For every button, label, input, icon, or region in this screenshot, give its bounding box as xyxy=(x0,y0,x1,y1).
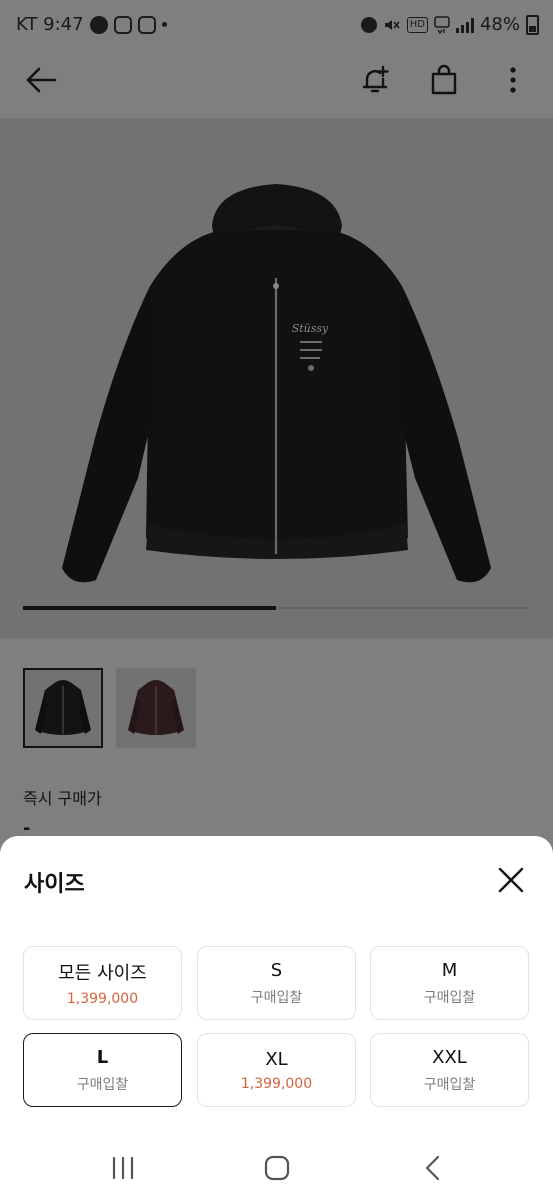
more-button[interactable] xyxy=(488,52,538,108)
back-arrow-icon xyxy=(26,67,57,93)
product-image: Stüssy xyxy=(62,184,491,583)
size-bottom-sheet: 사이즈 모든 사이즈 1,399,000 S 구매입찰 M 구매입찰 L 구매입… xyxy=(0,836,553,1136)
thumbnail-black-image xyxy=(35,680,91,735)
nav-back-button[interactable] xyxy=(403,1150,463,1186)
cart-button[interactable] xyxy=(419,52,469,108)
carousel-progress-fill xyxy=(23,606,276,610)
size-option-xxl[interactable]: XXL 구매입찰 xyxy=(370,1033,529,1107)
size-option-sub: 구매입찰 xyxy=(250,989,303,1006)
close-icon xyxy=(498,867,524,893)
app-header xyxy=(0,52,553,118)
talk-icon xyxy=(89,15,108,34)
product-image-area[interactable]: Stüssy xyxy=(0,118,553,638)
size-option-label: L xyxy=(96,1046,109,1068)
size-option-xl[interactable]: XL 1,399,000 xyxy=(197,1033,356,1107)
recent-apps-icon xyxy=(112,1156,134,1180)
more-vertical-icon xyxy=(510,67,516,93)
home-button[interactable] xyxy=(247,1150,307,1186)
size-option-l[interactable]: L 구매입찰 xyxy=(23,1033,182,1107)
instant-buy-label: 즉시 구매가 xyxy=(23,789,102,808)
size-option-sub: 구매입찰 xyxy=(76,1076,129,1093)
size-option-all[interactable]: 모든 사이즈 1,399,000 xyxy=(23,946,182,1020)
shopping-bag-icon xyxy=(431,64,457,95)
home-icon xyxy=(264,1155,290,1181)
mute-icon xyxy=(384,19,400,30)
size-option-label: XXL xyxy=(432,1046,467,1068)
thumbnail-brown-image xyxy=(128,680,184,735)
thumbnail-brown[interactable] xyxy=(116,668,196,748)
notification-dot-icon xyxy=(161,22,167,27)
size-option-m[interactable]: M 구매입찰 xyxy=(370,946,529,1020)
nav-back-icon xyxy=(425,1155,440,1181)
5g-icon xyxy=(434,15,450,34)
size-option-label: 모든 사이즈 xyxy=(58,963,147,984)
size-option-s[interactable]: S 구매입찰 xyxy=(197,946,356,1020)
battery-percent: 48% xyxy=(479,14,520,35)
size-option-label: S xyxy=(270,959,283,981)
bell-plus-icon xyxy=(362,65,389,93)
size-option-sub: 1,399,000 xyxy=(240,1075,313,1092)
alarm-icon xyxy=(360,16,377,33)
back-button[interactable] xyxy=(16,52,66,108)
instagram-icon xyxy=(137,15,156,34)
size-option-label: M xyxy=(441,959,458,981)
thumbnail-black[interactable] xyxy=(23,668,103,748)
instagram-icon xyxy=(113,15,132,34)
recent-apps-button[interactable] xyxy=(93,1150,153,1186)
carousel-progress xyxy=(23,606,529,610)
signal-icon xyxy=(455,17,474,33)
size-option-sub: 구매입찰 xyxy=(423,989,476,1006)
close-button[interactable] xyxy=(491,860,531,900)
battery-icon xyxy=(526,14,539,35)
brand-print: Stüssy xyxy=(292,322,329,335)
system-nav-bar xyxy=(0,1136,553,1200)
size-option-label: XL xyxy=(265,1048,288,1070)
notify-button[interactable] xyxy=(350,52,400,108)
size-option-sub: 구매입찰 xyxy=(423,1076,476,1093)
size-option-sub: 1,399,000 xyxy=(66,991,139,1007)
hd-icon: HD xyxy=(406,16,428,33)
status-bar: KT 9:47 HD 48% xyxy=(0,0,553,52)
sheet-title: 사이즈 xyxy=(24,872,85,897)
carrier-time: KT 9:47 xyxy=(16,14,84,35)
